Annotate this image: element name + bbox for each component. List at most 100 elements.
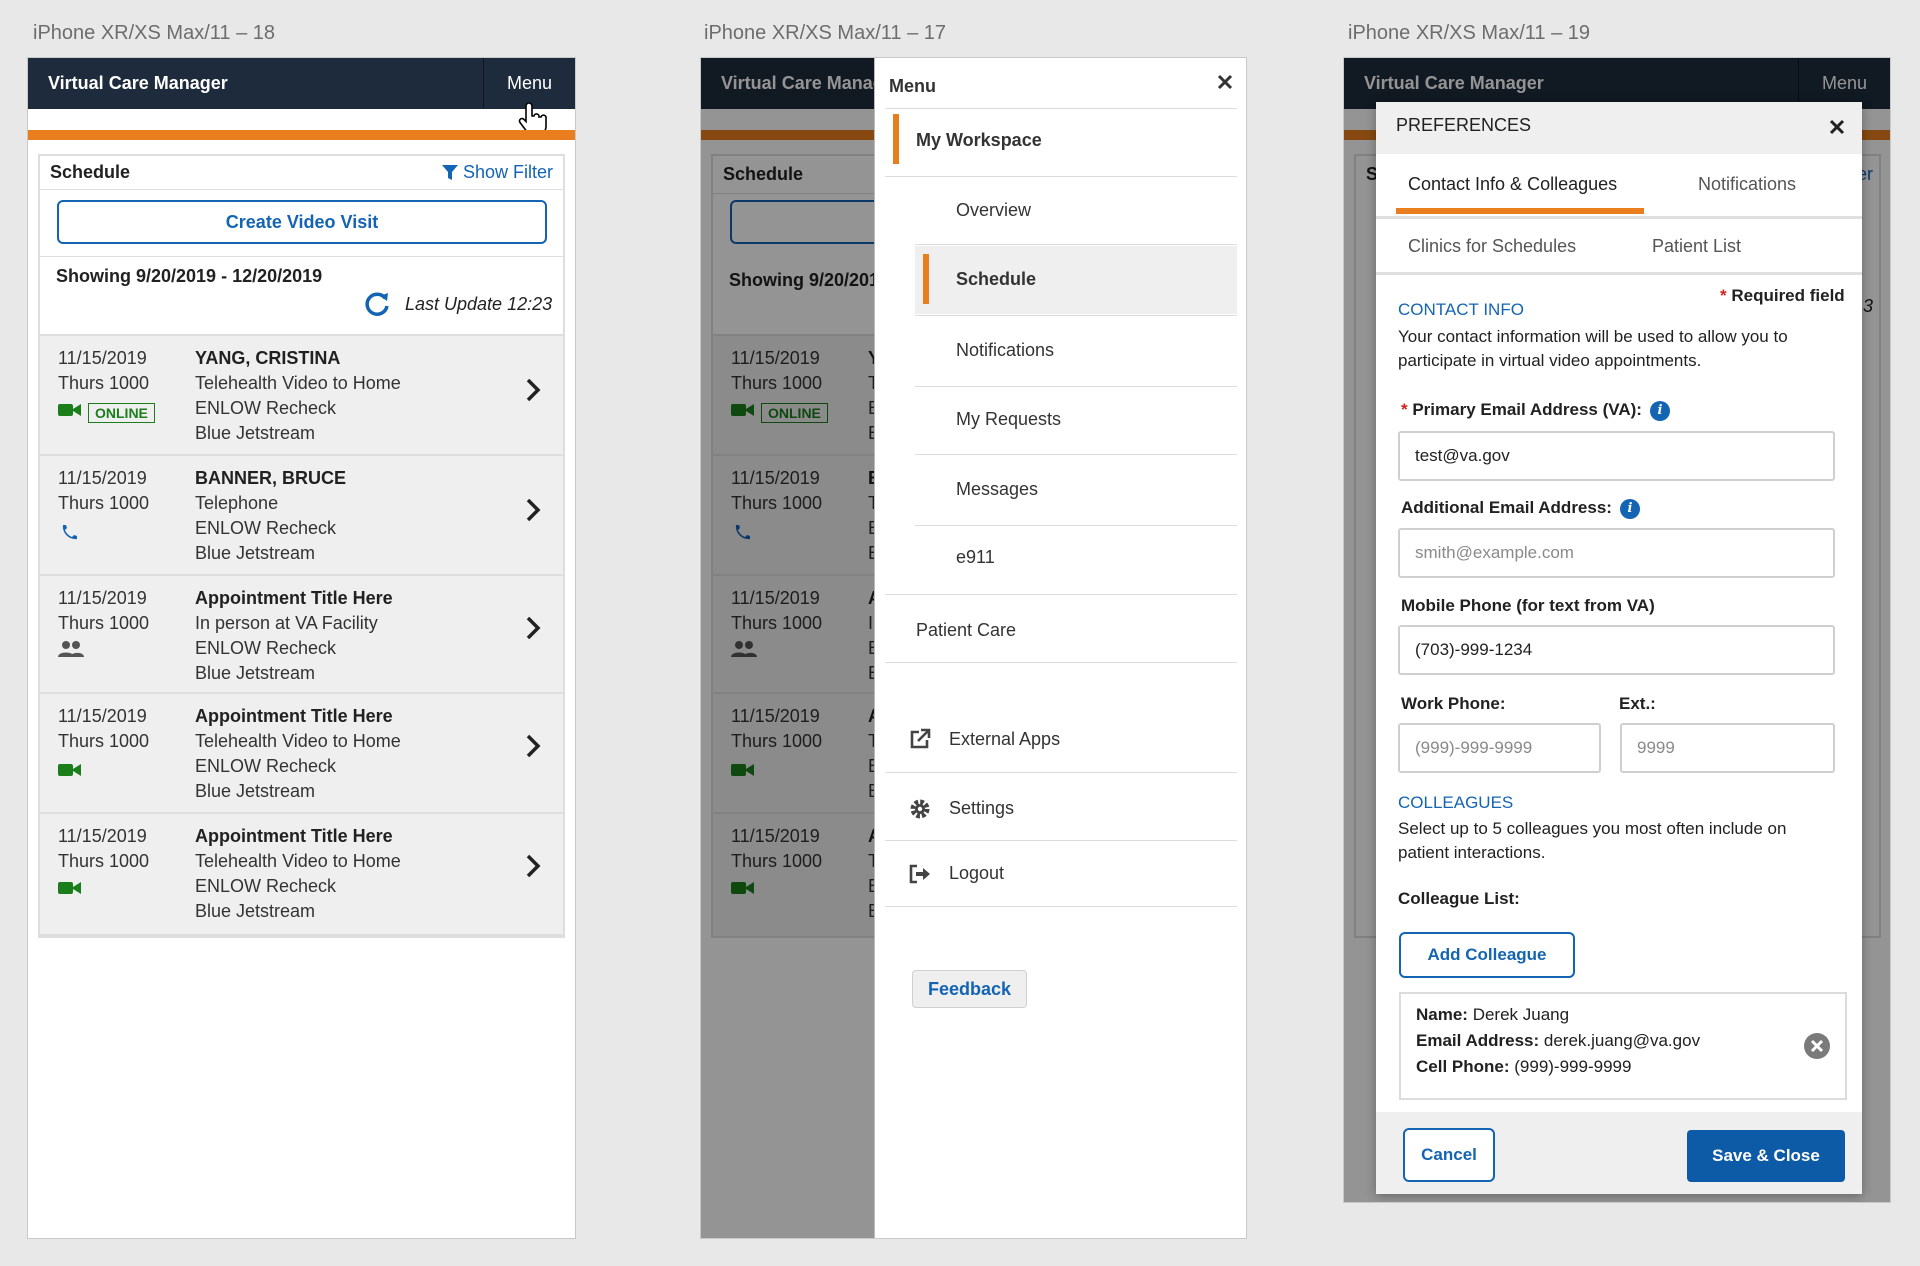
appt-time: Thurs 1000 (58, 731, 150, 751)
ext-input[interactable]: 9999 (1620, 723, 1835, 773)
chevron-right-icon (526, 616, 541, 640)
appointment-row[interactable]: 11/15/2019 Thurs 1000 ONLINE YANG, CRISTI… (40, 334, 563, 454)
appt-clinic: ENLOW Recheck (195, 876, 337, 896)
appt-title: YANG, CRISTINA (195, 348, 341, 368)
appt-title: Appointment Title Here (195, 706, 393, 726)
remove-colleague-icon[interactable] (1803, 1032, 1831, 1060)
menu-item-e911[interactable]: e911 (956, 547, 995, 568)
required-note: * Required field (1720, 286, 1845, 305)
contact-info-text-1: Your contact information will be used to… (1398, 327, 1788, 346)
menu-item-my-requests[interactable]: My Requests (956, 409, 1061, 430)
last-update: Last Update 12:23 (405, 294, 553, 314)
menu-item-my-workspace[interactable]: My Workspace (916, 130, 1042, 151)
chevron-right-icon (526, 498, 541, 522)
appt-room: Blue Jetstream (195, 423, 316, 443)
video-icon (58, 882, 81, 894)
tab-clinics[interactable]: Clinics for Schedules (1408, 236, 1576, 257)
info-icon[interactable]: i (1649, 400, 1670, 421)
work-phone-input[interactable]: (999)-999-9999 (1398, 723, 1601, 773)
appointment-row[interactable]: 11/15/2019 Thurs 1000 BANNER, BRUCE Teleph… (40, 454, 563, 574)
create-video-visit-button[interactable]: Create Video Visit (57, 200, 547, 244)
schedule-card: Schedule Show Filter Create Video Visit … (38, 154, 565, 938)
video-icon (58, 764, 81, 776)
menu-item-messages[interactable]: Messages (956, 479, 1038, 500)
chevron-right-icon (526, 378, 541, 402)
info-icon[interactable]: i (1619, 498, 1640, 519)
appt-clinic: ENLOW Recheck (195, 756, 337, 776)
artboard-17: Virtual Care Manag Schedule Showing 9/20… (701, 58, 1246, 1238)
appt-date: 11/15/2019 (58, 348, 147, 368)
menu-title: Menu (889, 76, 936, 96)
work-phone-label: Work Phone: (1401, 694, 1506, 713)
refresh-icon[interactable] (363, 290, 391, 318)
show-filter-link[interactable]: Show Filter (441, 162, 553, 183)
menu-item-notifications[interactable]: Notifications (956, 340, 1054, 361)
appt-room: Blue Jetstream (195, 781, 316, 801)
preferences-title: PREFERENCES (1396, 115, 1532, 135)
additional-email-label: Additional Email Address: i (1401, 498, 1640, 519)
colleagues-text-1: Select up to 5 colleagues you most often… (1398, 819, 1787, 838)
appt-clinic: ENLOW Recheck (195, 398, 337, 418)
contact-info-text-2: participate in virtual video appointment… (1398, 351, 1702, 370)
artboard-18: Virtual Care Manager Menu Schedule Show … (28, 58, 575, 1238)
frame-title-17: iPhone XR/XS Max/11 – 17 (704, 22, 946, 44)
save-close-button[interactable]: Save & Close (1687, 1130, 1845, 1182)
appt-time: Thurs 1000 (58, 851, 150, 871)
accent-stripe (28, 130, 575, 140)
chevron-right-icon (526, 854, 541, 878)
colleague-email-label: Email Address: (1416, 1031, 1540, 1050)
appointment-row[interactable]: 11/15/2019 Thurs 1000 Appointment Title H… (40, 812, 563, 936)
menu-item-logout[interactable]: Logout (949, 863, 1004, 884)
colleague-email: derek.juang@va.gov (1543, 1031, 1701, 1050)
appt-date: 11/15/2019 (58, 826, 147, 846)
frame-title-19: iPhone XR/XS Max/11 – 19 (1348, 22, 1590, 44)
preferences-modal: PREFERENCES Contact Info & Colleagues No… (1376, 102, 1862, 1194)
appt-type: Telehealth Video to Home (195, 373, 401, 393)
appt-room: Blue Jetstream (195, 901, 316, 921)
menu-item-settings[interactable]: Settings (949, 798, 1014, 819)
colleague-name: Derek Juang (1472, 1005, 1570, 1024)
feedback-button[interactable]: Feedback (912, 970, 1027, 1008)
gear-icon (910, 799, 930, 819)
appt-date: 11/15/2019 (58, 588, 147, 608)
close-icon[interactable] (1217, 74, 1233, 90)
cancel-button[interactable]: Cancel (1403, 1128, 1495, 1182)
close-icon[interactable] (1829, 119, 1845, 135)
filter-icon (441, 164, 458, 180)
chevron-right-icon (526, 734, 541, 758)
colleagues-heading: COLLEAGUES (1398, 793, 1514, 812)
menu-item-overview[interactable]: Overview (956, 200, 1031, 221)
colleague-card: Name: Derek Juang Email Address: derek.j… (1399, 992, 1847, 1100)
primary-email-input[interactable]: test@va.gov (1398, 431, 1835, 481)
external-link-icon (910, 728, 931, 749)
online-badge: ONLINE (88, 403, 155, 424)
colleagues-text-2: patient interactions. (1398, 843, 1546, 862)
menu-item-external-apps[interactable]: External Apps (949, 729, 1060, 750)
appt-room: Blue Jetstream (195, 543, 316, 563)
appt-title: Appointment Title Here (195, 588, 393, 608)
primary-email-label: * Primary Email Address (VA): i (1401, 400, 1670, 421)
mobile-phone-input[interactable]: (703)-999-1234 (1398, 625, 1835, 675)
appt-time: Thurs 1000 (58, 373, 150, 393)
appointment-row[interactable]: 11/15/2019 Thurs 1000 Appointment Title H… (40, 574, 563, 692)
appt-date: 11/15/2019 (58, 706, 147, 726)
add-colleague-button[interactable]: Add Colleague (1399, 932, 1575, 978)
appt-title: BANNER, BRUCE (195, 468, 347, 488)
appt-clinic: ENLOW Recheck (195, 638, 337, 658)
frame-title-18: iPhone XR/XS Max/11 – 18 (33, 22, 275, 44)
appointment-row[interactable]: 11/15/2019 Thurs 1000 Appointment Title H… (40, 692, 563, 812)
colleague-phone: (999)-999-9999 (1514, 1057, 1632, 1076)
additional-email-input[interactable]: smith@example.com (1398, 528, 1835, 578)
tab-patient-list[interactable]: Patient List (1652, 236, 1741, 257)
appt-date: 11/15/2019 (58, 468, 147, 488)
people-icon (58, 641, 84, 657)
menu-item-schedule[interactable]: Schedule (956, 269, 1036, 290)
tab-contact-info[interactable]: Contact Info & Colleagues (1408, 174, 1617, 195)
logout-icon (909, 864, 930, 884)
appt-room: Blue Jetstream (195, 663, 316, 683)
app-title: Virtual Care Manager (48, 73, 228, 93)
contact-info-heading: CONTACT INFO (1398, 300, 1524, 319)
tab-notifications[interactable]: Notifications (1698, 174, 1796, 195)
menu-item-patient-care[interactable]: Patient Care (916, 620, 1016, 641)
appt-type: In person at VA Facility (195, 613, 378, 633)
